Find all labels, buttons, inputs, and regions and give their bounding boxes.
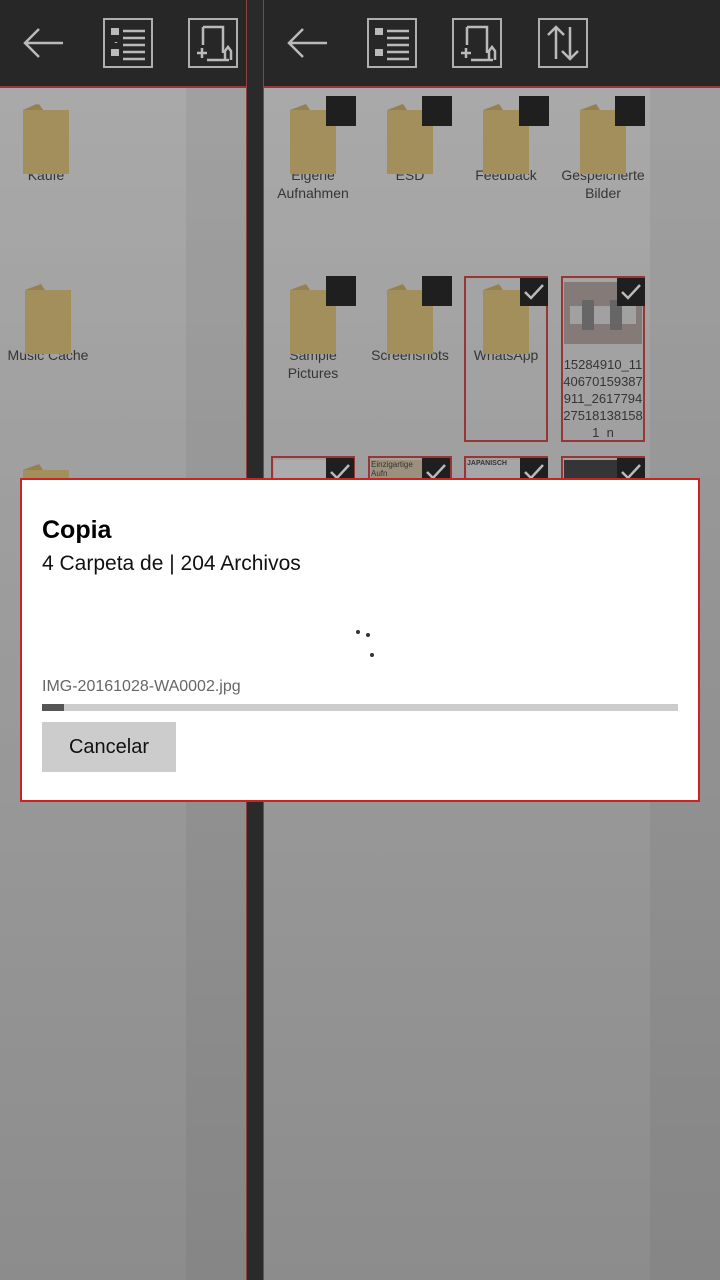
progress-bar-fill (42, 704, 65, 711)
copy-progress-bar (42, 704, 678, 711)
current-file-name: IMG-20161028-WA0002.jpg (42, 678, 241, 695)
cancel-button[interactable]: Cancelar (42, 722, 176, 772)
copy-progress-dialog: Copia 4 Carpeta de | 204 Archivos IMG-20… (20, 478, 700, 802)
dialog-subtitle: 4 Carpeta de | 204 Archivos (42, 552, 301, 575)
dialog-title: Copia (42, 516, 112, 544)
